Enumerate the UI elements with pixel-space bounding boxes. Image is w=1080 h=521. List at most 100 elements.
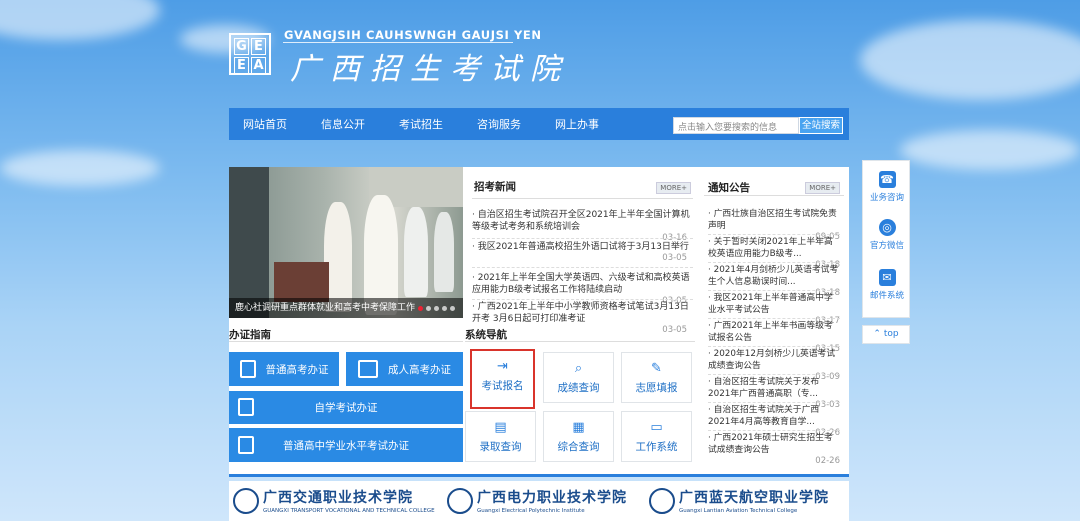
- divider: [229, 341, 463, 342]
- login-icon: ⇥: [497, 359, 508, 374]
- news-item[interactable]: · 2021年上半年全国大学英语四、六级考试和高校英语应用能力B级考试报名工作将…: [472, 272, 693, 306]
- guide-button-adult[interactable]: 成人高考办证: [346, 352, 463, 386]
- sys-button-work-system[interactable]: ▭ 工作系统: [621, 411, 692, 462]
- slider-dot[interactable]: [418, 306, 423, 311]
- guide-button-label: 普通高中学业水平考试办证: [283, 439, 409, 452]
- photo-shape: [364, 195, 398, 315]
- monitor-icon: ▭: [650, 420, 663, 435]
- footer-logo-en: Guangxi Electrical Polytechnic Institute: [477, 508, 585, 514]
- sys-button-label: 志愿填报: [635, 382, 678, 394]
- guide-button-gaokao[interactable]: 普通高考办证: [229, 352, 339, 386]
- logo-letter: E: [234, 57, 249, 74]
- divider: [708, 374, 840, 375]
- footer-logo-text: 广西电力职业技术学院 Guangxi Electrical Polytechnic…: [477, 487, 627, 514]
- guide-button-label: 普通高考办证: [265, 363, 329, 376]
- nav-item-info[interactable]: 信息公开: [321, 116, 365, 132]
- footer-links: 广西交通职业技术学院 GUANGXI TRANSPORT VOCATIONAL A…: [229, 481, 849, 521]
- college-emblem-icon: [233, 487, 259, 514]
- photo-shape: [274, 262, 329, 302]
- sidebar-item-wechat[interactable]: ◎ 官方微信: [863, 219, 911, 251]
- guide-button-label: 自学考试办证: [314, 402, 378, 414]
- divider: [465, 341, 695, 342]
- main-nav: 网站首页 信息公开 考试招生 咨询服务 网上办事 点击输入您要搜索的信息 全站搜…: [229, 108, 849, 140]
- pencil-icon: ✎: [651, 361, 662, 376]
- notice-item[interactable]: · 自治区招生考试院关于广西2021年4月高等教育自学... 02-26: [708, 404, 840, 438]
- divider: [708, 346, 840, 347]
- site-logo-mark[interactable]: G E E A: [229, 33, 271, 75]
- notice-item[interactable]: · 我区2021年上半年普通高中学业水平考试公告 03-17: [708, 292, 840, 326]
- slider-dot[interactable]: [426, 306, 431, 311]
- sidebar-item-consult[interactable]: ☎ 业务咨询: [863, 171, 911, 203]
- sys-button-scores[interactable]: ⌕ 成绩查询: [543, 352, 614, 403]
- slider-dot[interactable]: [442, 306, 447, 311]
- divider: [708, 318, 840, 319]
- slider-dot[interactable]: [434, 306, 439, 311]
- footer-logo-text: 广西蓝天航空职业学院 Guangxi Lantian Aviation Techn…: [679, 487, 829, 514]
- slider-dot[interactable]: [450, 306, 455, 311]
- footer-logo-en: Guangxi Lantian Aviation Technical Colle…: [679, 508, 798, 514]
- guide-button-self-study[interactable]: 自学考试办证: [229, 391, 463, 424]
- divider: [472, 198, 693, 199]
- footer-logo-link[interactable]: 广西电力职业技术学院 Guangxi Electrical Polytechnic…: [447, 487, 627, 514]
- news-date: 03-05: [662, 253, 687, 263]
- notice-text: 我区2021年上半年普通高中学业水平考试公告: [708, 293, 833, 315]
- news-title: 招考新闻: [474, 181, 516, 193]
- news-item[interactable]: · 我区2021年普通高校招生外语口试将于3月13日举行 03-05: [472, 241, 693, 263]
- divider: [472, 267, 693, 268]
- sys-button-label: 录取查询: [479, 441, 522, 453]
- notice-item[interactable]: · 自治区招生考试院关于发布2021年广西普通高职（专... 03-03: [708, 376, 840, 410]
- college-emblem-icon: [649, 487, 675, 514]
- sidebar-item-mail[interactable]: ✉ 邮件系统: [863, 269, 911, 301]
- calendar-icon: [238, 436, 254, 454]
- sys-button-label: 考试报名: [481, 380, 524, 392]
- news-slider[interactable]: 鹿心社调研重点群体就业和高考中考保障工作: [229, 167, 463, 318]
- college-emblem-icon: [447, 487, 473, 514]
- search-icon: ⌕: [574, 361, 583, 376]
- notice-item[interactable]: · 广西2021年硕士研究生招生考试成绩查询公告 02-26: [708, 432, 840, 466]
- news-more-link[interactable]: MORE+: [656, 182, 691, 194]
- nav-item-home[interactable]: 网站首页: [243, 116, 287, 132]
- news-item[interactable]: · 自治区招生考试院召开全区2021年上半年全国计算机等级考试考务和系统培训会 0…: [472, 209, 693, 243]
- notice-panel: 通知公告 MORE+ · 广西壮族自治区招生考试院免责声明 09-05 · 关于暂…: [700, 167, 848, 477]
- sys-button-general-query[interactable]: ▦ 综合查询: [543, 411, 614, 462]
- back-to-top-button[interactable]: ⌃ top: [862, 325, 910, 344]
- guide-title: 办证指南: [229, 329, 271, 341]
- slider-dots: [418, 306, 455, 311]
- divider: [708, 290, 840, 291]
- sys-button-admission[interactable]: ▤ 录取查询: [465, 411, 536, 462]
- nav-item-consult[interactable]: 咨询服务: [477, 116, 521, 132]
- footer-logo-text: 广西交通职业技术学院 GUANGXI TRANSPORT VOCATIONAL A…: [263, 487, 435, 514]
- notice-item[interactable]: · 广西壮族自治区招生考试院免责声明 09-05: [708, 208, 840, 242]
- document-icon: [239, 360, 256, 378]
- sys-button-volunteer[interactable]: ✎ 志愿填报: [621, 352, 692, 403]
- search-button[interactable]: 全站搜索: [799, 117, 843, 134]
- footer-logo-link[interactable]: 广西交通职业技术学院 GUANGXI TRANSPORT VOCATIONAL A…: [233, 487, 435, 514]
- notice-item[interactable]: · 关于暂时关闭2021年上半年高校英语应用能力B级考... 03-18: [708, 236, 840, 270]
- logo-divider: [283, 42, 513, 43]
- nav-item-exam[interactable]: 考试招生: [399, 116, 443, 132]
- divider: [708, 234, 840, 235]
- footer-logo-en: GUANGXI TRANSPORT VOCATIONAL AND TECHNIC…: [263, 508, 435, 514]
- news-panel: 招考新闻 MORE+ · 自治区招生考试院召开全区2021年上半年全国计算机等级…: [472, 175, 693, 335]
- notice-text: 自治区招生考试院关于发布2021年广西普通高职（专...: [708, 377, 820, 399]
- guide-button-highschool[interactable]: 普通高中学业水平考试办证: [229, 428, 463, 462]
- org-name-cn: 广西招生考试院: [290, 52, 570, 87]
- notice-text: 广西壮族自治区招生考试院免责声明: [708, 209, 837, 231]
- search-input[interactable]: 点击输入您要搜索的信息: [673, 117, 799, 134]
- org-name-en: GVANGJSIH CAUHSWNGH GAUJSI YEN: [284, 28, 542, 42]
- notice-text: 2020年12月剑桥少儿英语考试成绩查询公告: [708, 349, 836, 371]
- notice-item[interactable]: · 2020年12月剑桥少儿英语考试成绩查询公告 03-09: [708, 348, 840, 382]
- nav-item-online[interactable]: 网上办事: [555, 116, 599, 132]
- notice-more-link[interactable]: MORE+: [805, 182, 840, 194]
- notice-item[interactable]: · 广西2021年上半年书画等级考试报名公告 03-15: [708, 320, 840, 354]
- footer-logo-link[interactable]: 广西蓝天航空职业学院 Guangxi Lantian Aviation Techn…: [649, 487, 829, 514]
- news-text: 广西2021年上半年中小学教师资格考试笔试3月13日开考 3月6日起可打印准考证: [472, 302, 689, 324]
- notice-text: 关于暂时关闭2021年上半年高校英语应用能力B级考...: [708, 237, 833, 259]
- photo-shape: [229, 167, 269, 318]
- sys-button-registration[interactable]: ⇥ 考试报名: [470, 349, 535, 409]
- divider: [708, 402, 840, 403]
- news-item[interactable]: · 广西2021年上半年中小学教师资格考试笔试3月13日开考 3月6日起可打印准…: [472, 301, 693, 335]
- system-nav-title: 系统导航: [465, 329, 507, 341]
- news-text: 我区2021年普通高校招生外语口试将于3月13日举行: [477, 242, 689, 252]
- notice-item[interactable]: · 2021年4月剑桥少儿英语考试考生个人信息勘误时间... 03-18: [708, 264, 840, 298]
